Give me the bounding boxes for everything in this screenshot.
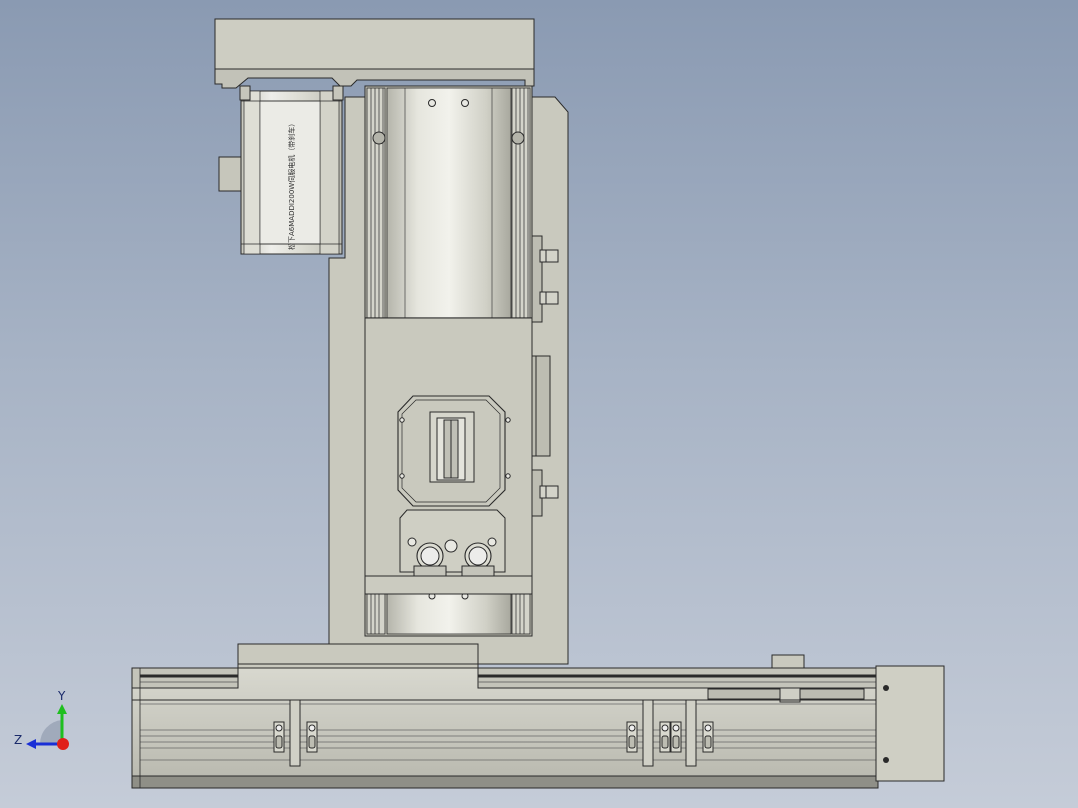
x-axis-end-cap [875, 665, 945, 782]
vertical-carriage [364, 317, 533, 595]
servo-motor: 松下A6MADDI200W伺服电机（带刹车） [218, 85, 344, 255]
coordinate-triad[interactable]: Y Z [14, 689, 69, 750]
cad-viewport[interactable]: 松下A6MADDI200W伺服电机（带刹车） Y Z [0, 0, 1078, 808]
side-bracket-middle [529, 355, 551, 457]
top-cap-plate [214, 18, 535, 89]
x-axis-rail [131, 654, 879, 789]
model-graphics[interactable]: 松下A6MADDI200W伺服电机（带刹车） Y Z [0, 0, 1078, 808]
z-axis-label: Z [14, 733, 22, 747]
y-axis-label: Y [57, 689, 66, 703]
motor-label: 松下A6MADDI200W伺服电机（带刹车） [287, 120, 296, 250]
